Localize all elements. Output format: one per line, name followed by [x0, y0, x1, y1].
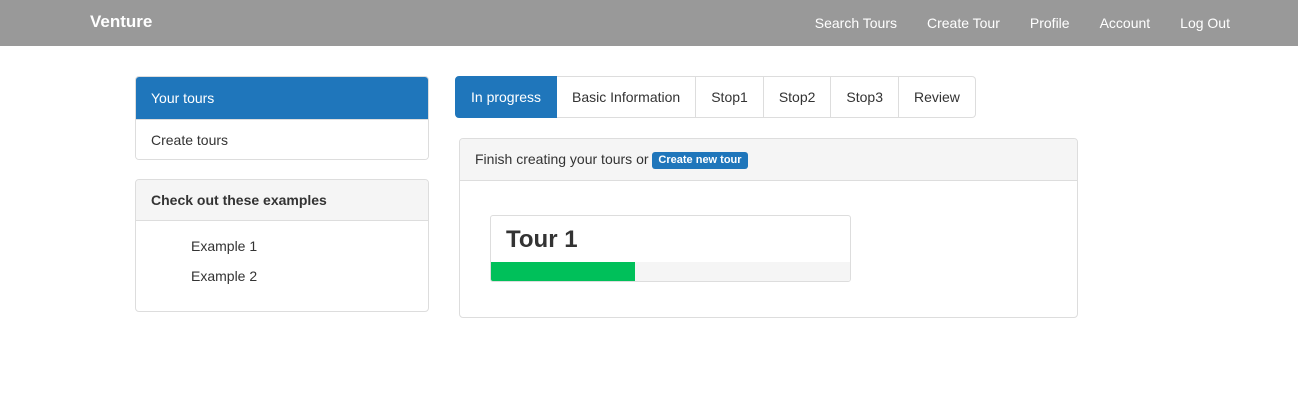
brand-link[interactable]: Venture — [90, 12, 152, 32]
tour-progress-bar — [491, 262, 850, 281]
tab-stop3[interactable]: Stop3 — [831, 76, 899, 118]
tab-basic-information[interactable]: Basic Information — [557, 76, 697, 118]
nav-log-out[interactable]: Log Out — [1180, 15, 1230, 31]
panel-heading-text: Finish creating your tours or — [475, 151, 649, 167]
tour-tabs: In progress Basic Information Stop1 Stop… — [455, 76, 976, 118]
examples-list: Example 1 Example 2 — [136, 221, 428, 296]
navbar: Venture Search Tours Create Tour Profile… — [0, 0, 1298, 46]
create-new-tour-button[interactable]: Create new tour — [652, 152, 748, 169]
panel-heading: Finish creating your tours or Create new… — [460, 139, 1077, 181]
tab-stop2[interactable]: Stop2 — [763, 76, 832, 118]
in-progress-panel: Finish creating your tours or Create new… — [459, 138, 1078, 318]
tour-title: Tour 1 — [491, 216, 850, 263]
tab-stop1[interactable]: Stop1 — [696, 76, 764, 118]
nav-profile[interactable]: Profile — [1030, 15, 1070, 31]
tour-progress-fill — [491, 262, 635, 281]
nav-account[interactable]: Account — [1100, 15, 1151, 31]
sidebar-item-your-tours[interactable]: Your tours — [136, 77, 428, 119]
examples-heading: Check out these examples — [136, 180, 428, 221]
sidebar-nav: Your tours Create tours — [135, 76, 429, 160]
example-link-1[interactable]: Example 1 — [191, 236, 428, 266]
nav-links: Search Tours Create Tour Profile Account… — [785, 0, 1230, 46]
tab-in-progress[interactable]: In progress — [455, 76, 558, 118]
tab-review[interactable]: Review — [899, 76, 976, 118]
examples-panel: Check out these examples Example 1 Examp… — [135, 179, 429, 312]
nav-create-tour[interactable]: Create Tour — [927, 15, 1000, 31]
example-link-2[interactable]: Example 2 — [191, 266, 428, 296]
tour-card[interactable]: Tour 1 — [490, 215, 851, 282]
nav-search-tours[interactable]: Search Tours — [815, 15, 897, 31]
sidebar-item-create-tours[interactable]: Create tours — [136, 119, 428, 159]
